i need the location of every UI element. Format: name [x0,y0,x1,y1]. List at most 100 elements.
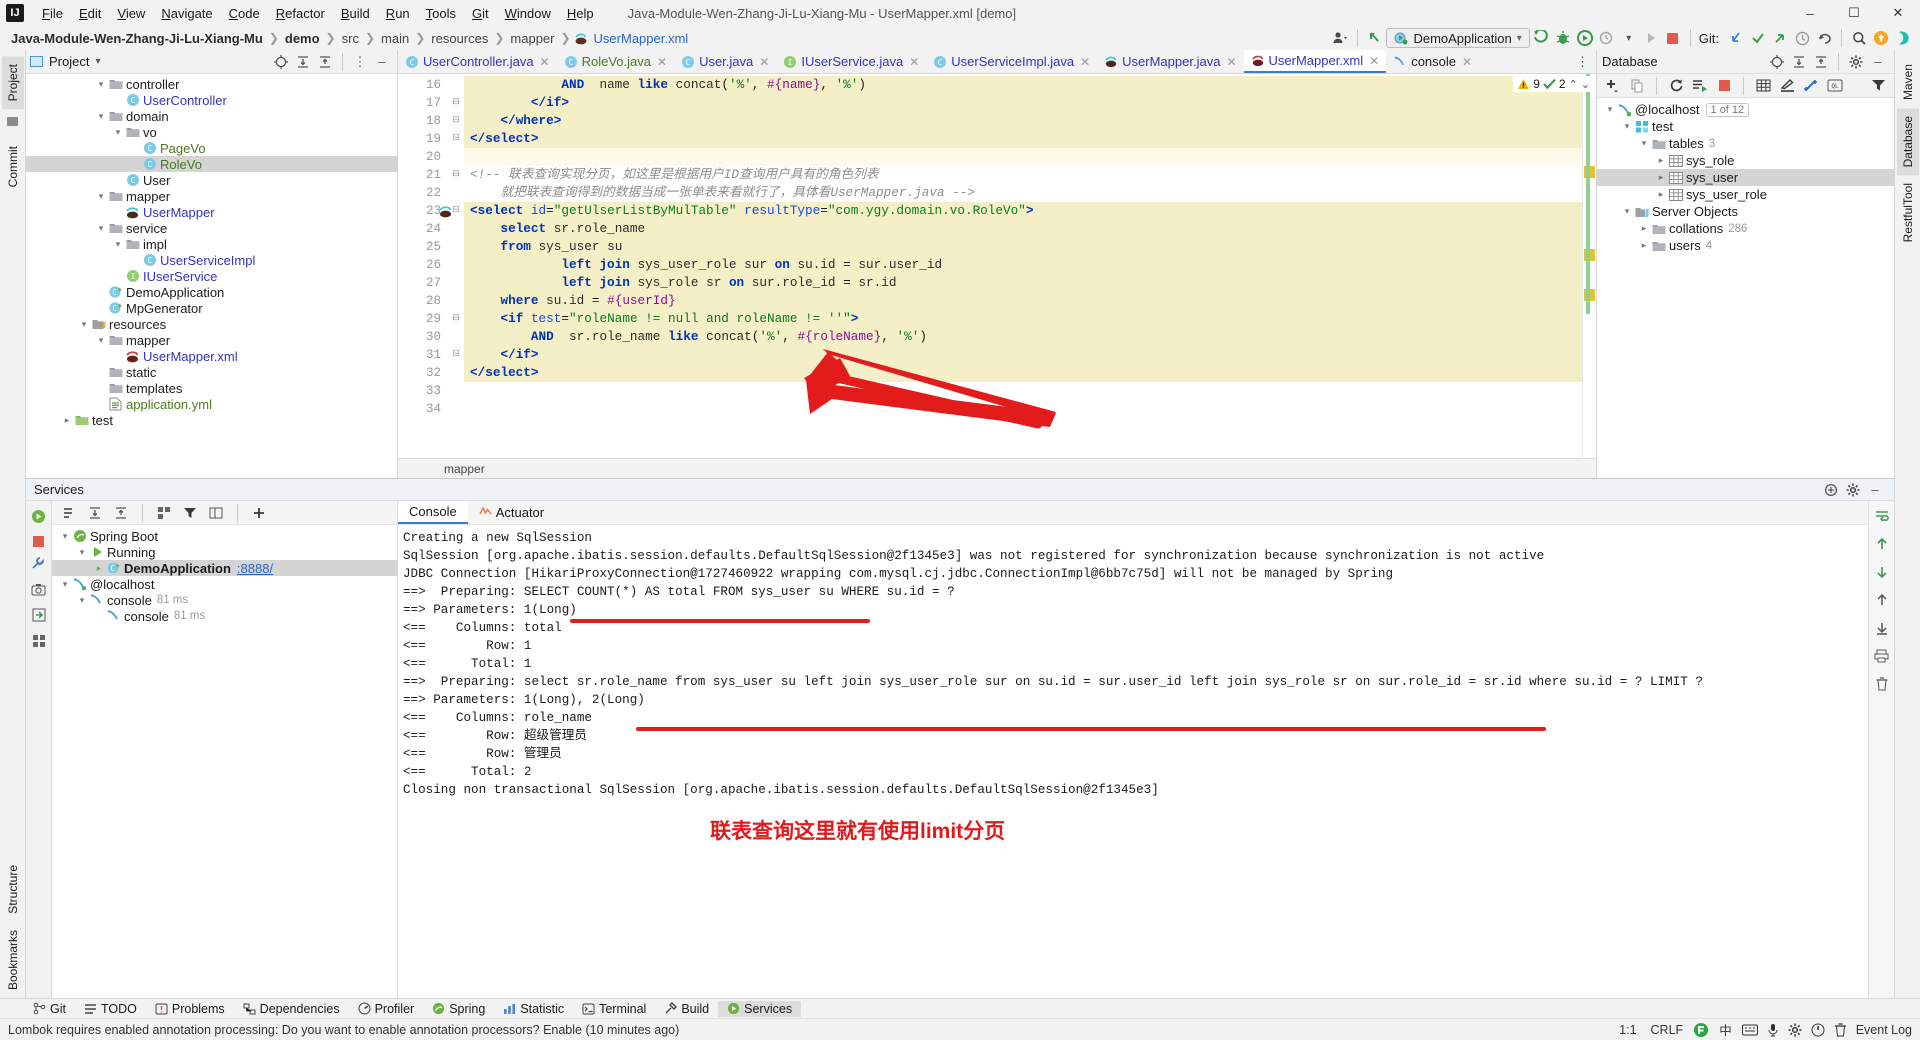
project-tree-item[interactable]: C UserServiceImpl [26,252,397,268]
caret-position[interactable]: 1:1 [1619,1023,1636,1037]
expand-all-icon[interactable] [292,52,314,72]
trash-icon[interactable] [1834,1022,1847,1037]
fold-marker[interactable]: ⊟ [448,110,464,128]
table-view-icon[interactable] [1752,76,1774,96]
menu-build[interactable]: Build [333,3,378,24]
ide-feature-icon[interactable] [1892,28,1914,48]
add-service-icon[interactable] [58,503,80,523]
code-content[interactable]: AND name like concat('%', #{name}, '%') … [464,74,1582,458]
grid-icon[interactable] [32,634,46,651]
play-disabled-icon[interactable] [1640,28,1662,48]
menu-file[interactable]: File [34,3,71,24]
editor-tab-console[interactable]: console ✕ [1386,50,1479,73]
line-separator[interactable]: CRLF [1651,1023,1684,1037]
expand-all-icon[interactable] [84,503,106,523]
update-available-icon[interactable] [1870,28,1892,48]
chevron-down-icon[interactable]: ▾ [1620,119,1634,135]
panel-options-icon[interactable]: ⋮ [349,52,371,72]
breadcrumb-item-6[interactable]: UserMapper.xml [591,30,692,47]
chevron-down-icon[interactable]: ▾ [111,236,125,252]
services-tree-item[interactable]: ▾ @localhost [52,576,397,592]
bottom-tab-todo[interactable]: TODO [75,1001,146,1017]
breadcrumb[interactable]: Java-Module-Wen-Zhang-Ji-Lu-Xiang-Mu ❯ dem… [8,30,691,47]
debug-button[interactable] [1552,28,1574,48]
app-port-link[interactable]: :8888/ [237,561,273,576]
fold-marker[interactable]: ⊟ [448,128,464,146]
menu-edit[interactable]: Edit [71,3,109,24]
project-tree-item[interactable]: templates [26,380,397,396]
soft-wrap-icon[interactable] [1875,593,1889,610]
code-line[interactable]: AND name like concat('%', #{name}, '%') [464,76,1582,94]
editor-tab-usermapper-xml[interactable]: UserMapper.xml ✕ [1243,50,1387,73]
chevron-down-icon[interactable]: ▾ [94,220,108,236]
console-output[interactable]: Creating a new SqlSession SqlSession [org… [398,525,1868,998]
spring-run-icon[interactable] [31,509,46,527]
collapse-all-icon[interactable] [1810,52,1832,72]
generate-icon[interactable] [1800,76,1822,96]
services-tree-item[interactable]: ▾ Spring Boot [52,528,397,544]
chevron-right-icon[interactable]: ▸ [60,412,74,428]
project-tree-item[interactable]: I IUserService [26,268,397,284]
project-tree-item[interactable]: application.yml [26,396,397,412]
ime-indicator[interactable]: 中 [1719,1020,1732,1039]
code-line[interactable]: <!-- 联表查询实现分页，如这里是根据用户ID查询用户具有的角色列表 [464,166,1582,184]
bottom-tab-git[interactable]: Git [24,1001,75,1017]
mybatis-gutter-icon[interactable] [438,202,454,220]
add-icon[interactable] [248,503,270,523]
database-tree-item[interactable]: ▾ tables 3 [1597,135,1894,152]
power-icon[interactable] [1811,1023,1825,1037]
chevron-down-icon[interactable]: ▾ [1637,136,1651,152]
rail-tab-database[interactable]: Database [1896,108,1919,176]
status-message[interactable]: Lombok requires enabled annotation proce… [8,1023,679,1037]
services-settings-icon[interactable] [1820,480,1842,500]
chevron-down-icon[interactable]: ▾ [1603,102,1617,118]
open-external-icon[interactable] [32,608,46,625]
fold-marker[interactable]: ⊟ [448,344,464,362]
database-tree-item[interactable]: ▸ sys_role [1597,152,1894,169]
prev-problem-icon[interactable]: ⌃ [1569,78,1578,91]
profile-dropdown-icon[interactable] [1596,28,1618,48]
database-tree-item[interactable]: ▸ sys_user_role [1597,186,1894,203]
breadcrumb-item-4[interactable]: resources [428,30,491,47]
close-icon[interactable]: ✕ [657,55,667,69]
refresh-icon[interactable] [1665,76,1687,96]
project-tree-item[interactable]: ▾ impl [26,236,397,252]
collapse-all-icon[interactable] [314,52,336,72]
menu-run[interactable]: Run [378,3,418,24]
hide-panel-icon[interactable]: – [371,52,393,72]
gear-icon[interactable] [1842,480,1864,500]
code-line[interactable]: </where> [464,112,1582,130]
bottom-tab-problems[interactable]: Problems [146,1001,234,1017]
code-line[interactable]: select sr.role_name [464,220,1582,238]
edit-icon[interactable] [1776,76,1798,96]
query-console-icon[interactable]: QL [1824,76,1846,96]
minimize-button[interactable]: – [1788,0,1832,26]
print-icon[interactable] [1874,649,1889,666]
services-tree-item[interactable]: console 81 ms [52,608,397,624]
project-tree-item[interactable]: ▾ service [26,220,397,236]
chevron-down-icon[interactable]: ▾ [75,544,89,560]
breadcrumb-item-2[interactable]: src [339,30,362,47]
services-tree[interactable]: ▾ Spring Boot ▾ Running ▸ C DemoApplication:88… [52,525,397,998]
wrap-lines-icon[interactable] [1875,509,1889,526]
microphone-icon[interactable] [1767,1023,1779,1037]
code-line[interactable]: </if> [464,94,1582,112]
console-tab-actuator[interactable]: Actuator [468,501,555,524]
stop-icon[interactable] [1713,76,1735,96]
rail-tab-maven[interactable]: Maven [1897,56,1919,108]
chevron-right-icon[interactable]: ▸ [1654,170,1668,186]
git-push-icon[interactable] [1769,28,1791,48]
project-tree-item[interactable]: ▾ resources [26,316,397,332]
menu-view[interactable]: View [109,3,153,24]
editor-tab-userserviceimpl-java[interactable]: C UserServiceImpl.java ✕ [926,50,1097,73]
bottom-tab-profiler[interactable]: Profiler [349,1001,424,1017]
hide-panel-icon[interactable]: – [1867,52,1889,72]
code-line[interactable]: AND sr.role_name like concat('%', #{role… [464,328,1582,346]
editor-breadcrumb[interactable]: mapper [444,462,485,476]
console-tab-console[interactable]: Console [398,501,468,524]
editor-tab-user-java[interactable]: C User.java ✕ [674,50,776,73]
chevron-right-icon[interactable]: ▸ [1637,221,1651,237]
editor-tab-iuserservice-java[interactable]: I IUserService.java ✕ [776,50,926,73]
services-tree-item[interactable]: ▾ console 81 ms [52,592,397,608]
rail-tab-restfultool[interactable]: RestfulTool [1897,175,1919,250]
